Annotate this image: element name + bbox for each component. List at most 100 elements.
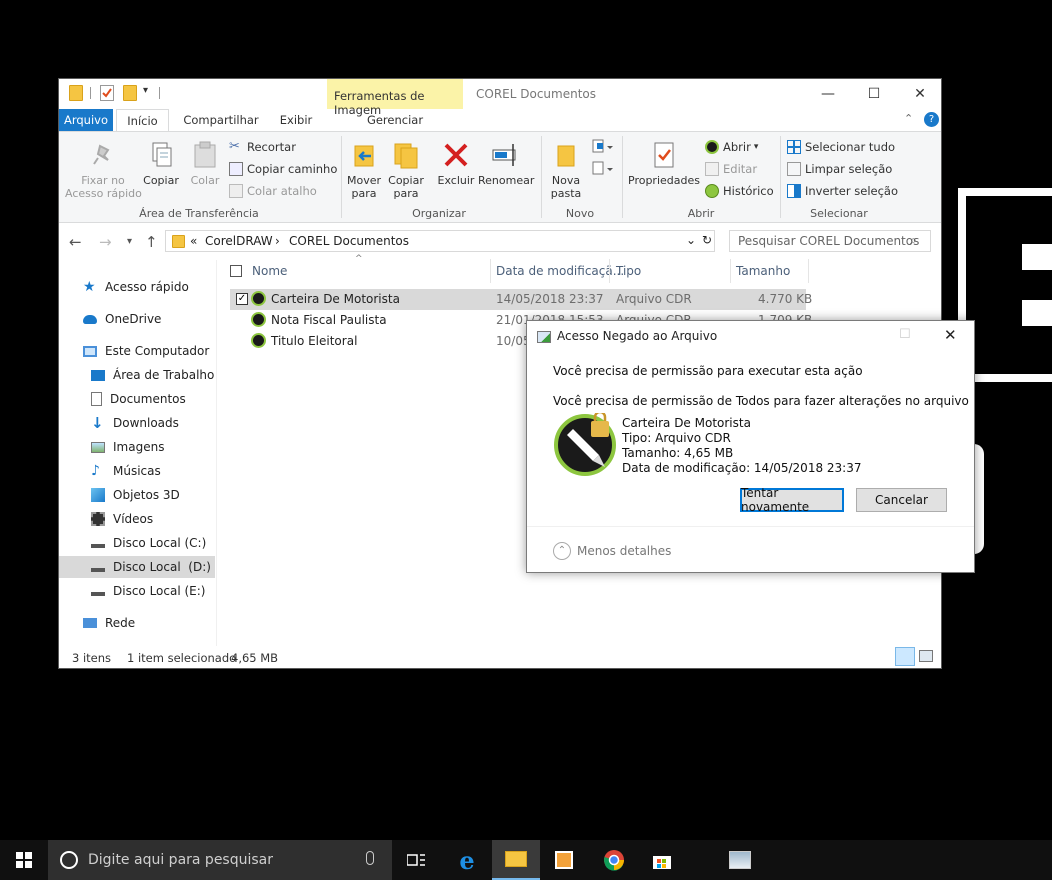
chrome-taskbar-button[interactable]: [590, 840, 638, 880]
store-taskbar-button[interactable]: [638, 840, 686, 880]
copy-path-button[interactable]: Copiar caminho: [229, 159, 337, 179]
nav-label: Músicas: [113, 464, 161, 478]
copy-to-button[interactable]: Copiar para: [386, 136, 426, 200]
column-separator[interactable]: [730, 259, 731, 283]
customize-quick-access-icon[interactable]: ▾: [143, 85, 148, 96]
nav-disk-c[interactable]: Disco Local (C:): [91, 532, 206, 554]
media-player-taskbar-button[interactable]: [540, 840, 588, 880]
new-folder-button[interactable]: Nova pasta: [545, 136, 587, 200]
column-header-modified[interactable]: Data de modificaçã...: [496, 264, 624, 278]
recent-locations-button[interactable]: ▾: [127, 236, 132, 247]
nav-this-pc[interactable]: Este Computador: [83, 340, 209, 362]
tab-exibir[interactable]: Exibir: [271, 109, 321, 131]
pin-quick-access-button[interactable]: Fixar no Acesso rápido: [65, 136, 142, 200]
invert-selection-button[interactable]: Inverter seleção: [787, 181, 898, 201]
large-icons-view-button[interactable]: [919, 650, 933, 662]
nav-quick-access[interactable]: ★ Acesso rápido: [83, 276, 189, 298]
copy-button[interactable]: Copiar: [141, 136, 181, 187]
move-to-button[interactable]: Mover para: [345, 136, 383, 200]
download-icon: ↓: [91, 414, 104, 432]
nav-3d-objects[interactable]: Objetos 3D: [91, 484, 180, 506]
nav-desktop[interactable]: Área de Trabalho: [91, 364, 214, 386]
taskbar-search-box[interactable]: Digite aqui para pesquisar: [48, 840, 392, 880]
copy-path-label: Copiar caminho: [247, 162, 338, 176]
nav-documents[interactable]: Documentos: [91, 388, 186, 410]
breadcrumb-coreldraw[interactable]: CorelDRAW: [205, 234, 273, 248]
up-button[interactable]: ↑: [145, 233, 158, 251]
retry-button[interactable]: Tentar novamente: [740, 486, 844, 514]
properties-quick-icon[interactable]: [100, 85, 114, 101]
nav-downloads[interactable]: ↓ Downloads: [91, 412, 179, 434]
cube-icon: [91, 488, 105, 502]
nav-disk-d[interactable]: Disco Local (D:): [59, 556, 215, 578]
rename-button[interactable]: Renomear: [478, 136, 534, 187]
new-folder-icon: [551, 140, 581, 170]
nav-disk-e[interactable]: Disco Local (E:): [91, 580, 205, 602]
column-header-size[interactable]: Tamanho: [736, 264, 790, 278]
nav-onedrive[interactable]: OneDrive: [83, 308, 161, 330]
column-header-type[interactable]: Tipo: [616, 264, 641, 278]
start-button[interactable]: [0, 840, 48, 880]
tab-compartilhar[interactable]: Compartilhar: [175, 109, 267, 131]
history-button[interactable]: Histórico: [705, 181, 774, 201]
select-all-button[interactable]: Selecionar tudo: [787, 137, 895, 157]
app-taskbar-button[interactable]: [716, 840, 764, 880]
select-all-checkbox[interactable]: [230, 265, 242, 277]
column-separator[interactable]: [609, 259, 610, 283]
select-none-button[interactable]: Limpar seleção: [787, 159, 892, 179]
edit-button[interactable]: Editar: [705, 159, 757, 179]
nav-videos[interactable]: Vídeos: [91, 508, 153, 530]
file-row[interactable]: ✓ Carteira De Motorista 14/05/2018 23:37…: [230, 289, 812, 310]
dialog-close-button[interactable]: ✕: [944, 326, 957, 344]
column-header-name[interactable]: Nome: [252, 264, 287, 278]
tab-arquivo[interactable]: Arquivo: [59, 109, 113, 131]
address-dropdown-icon[interactable]: ⌄: [686, 233, 696, 247]
new-folder-quick-icon[interactable]: [123, 85, 137, 101]
open-button[interactable]: Abrir ▾: [705, 137, 758, 157]
row-checkbox[interactable]: ✓: [236, 293, 248, 305]
selection-size: 4,65 MB: [231, 651, 279, 665]
dropdown-arrow-icon: ▾: [753, 142, 759, 152]
microphone-icon[interactable]: [366, 851, 374, 865]
properties-button[interactable]: Propriedades: [627, 136, 701, 187]
pictures-icon: [91, 441, 105, 453]
easy-access-icon[interactable]: [591, 160, 615, 178]
drive-icon: [91, 538, 105, 548]
collapse-ribbon-icon[interactable]: ⌃: [904, 112, 913, 125]
column-separator[interactable]: [490, 259, 491, 283]
properties-label: Propriedades: [628, 174, 700, 187]
cancel-button[interactable]: Cancelar: [856, 488, 947, 512]
cut-button[interactable]: ✂ Recortar: [229, 137, 296, 157]
nav-pictures[interactable]: Imagens: [91, 436, 164, 458]
less-details-toggle[interactable]: ⌃ Menos detalhes: [553, 542, 671, 560]
breadcrumb-corel-documentos[interactable]: COREL Documentos: [289, 234, 409, 248]
help-icon[interactable]: ?: [924, 112, 939, 127]
forward-button[interactable]: →: [99, 233, 112, 251]
back-button[interactable]: ←: [69, 233, 82, 251]
new-item-icon[interactable]: [591, 138, 615, 156]
nav-network[interactable]: Rede: [83, 612, 135, 634]
task-view-button[interactable]: [392, 840, 440, 880]
address-bar[interactable]: « CorelDRAW › COREL Documentos ⌄ ↻: [165, 230, 715, 252]
close-button[interactable]: ✕: [897, 79, 941, 109]
history-icon: [705, 184, 719, 198]
dialog-file-size: Tamanho: 4,65 MB: [622, 446, 734, 460]
paste-button[interactable]: Colar: [185, 136, 225, 187]
file-explorer-taskbar-button[interactable]: [492, 840, 540, 880]
group-separator: [541, 136, 542, 218]
desktop-icon: [91, 369, 105, 381]
scissors-icon: ✂: [229, 139, 240, 154]
paste-shortcut-button[interactable]: Colar atalho: [229, 181, 317, 201]
edge-taskbar-button[interactable]: e: [443, 840, 491, 880]
column-separator[interactable]: [808, 259, 809, 283]
refresh-icon[interactable]: ↻: [702, 233, 712, 247]
details-view-button[interactable]: [895, 647, 915, 666]
maximize-button[interactable]: ☐: [851, 79, 897, 109]
delete-button[interactable]: Excluir: [437, 136, 475, 187]
minimize-button[interactable]: —: [805, 79, 851, 109]
tab-gerenciar[interactable]: Gerenciar: [327, 109, 463, 131]
tab-inicio[interactable]: Início: [116, 109, 169, 131]
nav-music[interactable]: ♪ Músicas: [91, 460, 161, 482]
search-input[interactable]: Pesquisar COREL Documentos ⌕: [729, 230, 931, 252]
nav-label: Vídeos: [113, 512, 154, 526]
